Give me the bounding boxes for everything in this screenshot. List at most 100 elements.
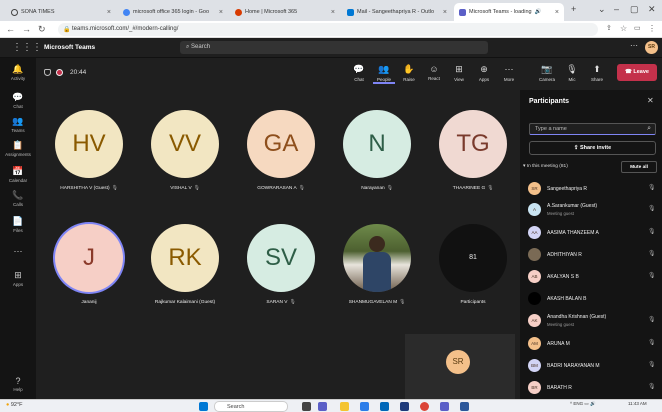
file-explorer-icon[interactable]	[340, 402, 349, 411]
meeting-timer: 20:44	[70, 69, 87, 76]
chevron-down-icon[interactable]: ⌄	[598, 4, 606, 15]
close-icon[interactable]: ×	[443, 9, 447, 16]
task-view-icon[interactable]	[302, 402, 311, 411]
share-invite-button[interactable]: ⇪ Share invite	[529, 141, 656, 155]
rail-item-chat[interactable]: 💬 Chat	[0, 92, 36, 109]
people-button[interactable]: 👥 People	[373, 64, 395, 84]
avatar: VV	[151, 110, 219, 178]
restore-icon[interactable]: ▢	[630, 4, 639, 15]
menu-icon[interactable]: ⋮	[648, 24, 656, 33]
raise-hand-button[interactable]: ✋ Raise	[398, 64, 420, 82]
participant-row[interactable]: AK Anandha Krishnan (Guest) Meeting gues…	[520, 311, 662, 330]
browser-tab[interactable]: microsoft office 365 login - Goo ×	[118, 3, 228, 21]
self-view: SR	[405, 334, 515, 399]
mic-off-icon: 🎙	[193, 186, 200, 191]
minimize-icon[interactable]: –	[614, 4, 619, 14]
participant-name: HARSHITHA V (Guest)	[60, 186, 110, 191]
rail-item-more[interactable]: ⋯	[0, 246, 36, 258]
avatar[interactable]: SR	[645, 41, 658, 54]
mic-off-icon: 🎙	[386, 186, 393, 191]
weather-temp: 92°F	[10, 402, 23, 408]
close-icon[interactable]: ×	[331, 9, 335, 16]
participant-name: Sangeethapriya R	[547, 186, 588, 192]
participant-row[interactable]: AM ARUNA M 🎙	[520, 334, 662, 353]
avatar: N	[343, 110, 411, 178]
mic-off-icon: 🎙	[289, 300, 296, 305]
app-launcher-icon[interactable]: ⋮⋮⋮	[12, 42, 42, 53]
more-icon[interactable]: ⋯	[630, 41, 638, 50]
participant-row[interactable]: BR BARATH R 🎙	[520, 378, 662, 397]
participant-row[interactable]: AB AKALYAN S B 🎙	[520, 267, 662, 286]
participant-row[interactable]: BM BADRI NARAYANAN M 🎙	[520, 356, 662, 375]
avatar-photo	[528, 292, 541, 305]
close-icon[interactable]: ×	[219, 9, 223, 16]
close-icon[interactable]: ×	[107, 9, 111, 16]
rail-item-files[interactable]: 📄 Files	[0, 216, 36, 233]
taskbar-search[interactable]: Search	[214, 401, 288, 412]
chrome-icon[interactable]	[420, 402, 429, 411]
chat-button[interactable]: 💬 Chat	[348, 64, 370, 82]
participant-name: AKASH BALAN B	[547, 296, 587, 302]
more-button[interactable]: ⋯ More	[498, 64, 520, 82]
mic-button[interactable]: 🎙 Mic	[561, 64, 583, 82]
close-icon[interactable]: ✕	[647, 96, 654, 105]
rail-item-calls[interactable]: 📞 Calls	[0, 190, 36, 207]
leave-button[interactable]: ☎ Leave	[617, 64, 657, 81]
rail-item-apps[interactable]: ⊞ Apps	[0, 270, 36, 287]
word-icon[interactable]	[460, 402, 469, 411]
new-tab-button[interactable]: +	[571, 4, 576, 14]
camera-button[interactable]: 📷 Camera	[536, 64, 558, 82]
participant-name: AASIMA THANZEEM A	[547, 230, 599, 236]
participant-name: A.Sarankumar (Guest)	[547, 203, 598, 209]
participant-name: GOWRARASAN A	[257, 186, 297, 191]
store-icon[interactable]	[380, 402, 389, 411]
in-meeting-header[interactable]: ▾ In this meeting (81)	[523, 164, 568, 169]
participant-search-input[interactable]: Type a name ⌕	[529, 123, 656, 135]
participant-row[interactable]: SR Sangeethapriya R 🎙	[520, 179, 662, 198]
view-button[interactable]: ⊞ View	[448, 64, 470, 82]
more-icon: ⋯	[13, 246, 23, 256]
app-icon[interactable]	[400, 402, 409, 411]
browser-tab[interactable]: Home | Microsoft 365 ×	[230, 3, 340, 21]
browser-tab[interactable]: SONA TIMES ×	[6, 3, 116, 21]
react-button[interactable]: ☺ React	[423, 64, 445, 81]
windows-start-icon[interactable]	[199, 402, 208, 411]
rail-item-help[interactable]: ? Help	[0, 376, 36, 392]
sidebar-icon[interactable]: ▭	[634, 24, 641, 32]
share-page-icon[interactable]: ⇪	[606, 24, 612, 32]
tool-label: People	[376, 77, 391, 82]
teams-chat-icon[interactable]	[318, 402, 327, 411]
url-input[interactable]: 🔒 teams.microsoft.com/_#/modern-calling/	[58, 23, 598, 36]
bookmark-star-icon[interactable]: ☆	[620, 24, 627, 33]
close-icon[interactable]: ×	[555, 9, 559, 16]
system-tray[interactable]: ^ ENG ▭ 🔊	[570, 401, 596, 407]
participant-row[interactable]: AA AASIMA THANZEEM A 🎙	[520, 223, 662, 242]
rail-item-calendar[interactable]: 📅 Calendar	[0, 166, 36, 183]
reload-icon[interactable]: ↻	[38, 24, 46, 35]
rail-item-teams[interactable]: 👥 Teams	[0, 116, 36, 133]
assignments-icon: 📋	[12, 140, 24, 150]
forward-icon[interactable]: →	[22, 24, 31, 34]
participant-row[interactable]: ADHITHIYAN R 🎙	[520, 245, 662, 264]
mute-all-button[interactable]: Mute all	[621, 161, 657, 173]
clock[interactable]: 11:43 AM	[628, 401, 647, 406]
apps-button[interactable]: ⊕ Apps	[473, 64, 495, 82]
browser-tab[interactable]: Mail - Sangeethapriya R - Outlo ×	[342, 3, 452, 21]
tab-favicon-icon	[11, 8, 18, 16]
browser-tab-active[interactable]: Microsoft Teams - loading 🔊 ×	[454, 3, 564, 21]
rail-item-assignments[interactable]: 📋 Assignments	[0, 140, 36, 157]
edge-icon[interactable]	[360, 402, 369, 411]
weather-widget[interactable]: ● 92°F	[6, 402, 23, 408]
avatar: SV	[247, 224, 315, 292]
back-icon[interactable]: ←	[6, 24, 15, 34]
close-window-icon[interactable]: ✕	[648, 4, 656, 15]
search-input[interactable]: ⌕ Search	[180, 41, 488, 54]
participant-row[interactable]: AKASH BALAN B	[520, 289, 662, 308]
teams-icon[interactable]	[440, 402, 449, 411]
participant-row[interactable]: A A.Sarankumar (Guest) Meeting guest 🎙	[520, 200, 662, 219]
share-button[interactable]: ⬆ Share	[586, 64, 608, 82]
audio-icon[interactable]: 🔊	[535, 9, 542, 15]
mic-off-icon: 🎙	[648, 185, 656, 191]
meeting-stage: 20:44 💬 Chat 👥 People ✋ Raise ☺ React ⊞ View …	[36, 58, 520, 399]
rail-item-activity[interactable]: 🔔 Activity	[0, 64, 36, 81]
